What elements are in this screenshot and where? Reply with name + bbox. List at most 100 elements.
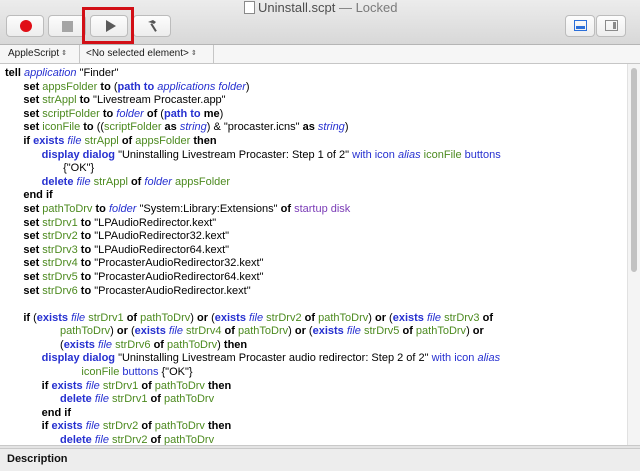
- code-token: pathToDrv: [154, 420, 205, 433]
- code-line: display dialog "Uninstalling Livestream …: [5, 352, 501, 366]
- code-token: "LPAudioRedirector.kext": [94, 216, 217, 229]
- language-popup[interactable]: AppleScript ⇕: [8, 48, 67, 60]
- code-token: strDrv4: [186, 325, 222, 338]
- code-token: or: [116, 325, 128, 338]
- code-token: exists: [134, 325, 166, 338]
- code-token: exists: [392, 311, 424, 324]
- code-token: set: [5, 121, 43, 134]
- code-token: scriptFolder: [104, 121, 162, 134]
- code-token: pathToDrv: [167, 338, 218, 351]
- code-token: set: [5, 107, 43, 120]
- code-token: of: [123, 311, 141, 324]
- code-token: pathToDrv: [163, 393, 215, 406]
- code-token: strDrv6: [115, 338, 151, 351]
- script-editor[interactable]: tell application "Finder" set appsFolder…: [0, 64, 627, 445]
- chevron-updown-icon: ⇕: [61, 50, 68, 57]
- code-token: strDrv1: [88, 311, 124, 324]
- code-token: delete: [5, 393, 92, 406]
- nav-divider: [213, 45, 214, 63]
- code-token: strDrv5: [42, 270, 78, 283]
- code-line: if exists file strDrv2 of pathToDrv then: [5, 420, 501, 434]
- code-token: folder: [144, 175, 172, 188]
- code-line: delete file strAppl of folder appsFolder: [5, 176, 501, 190]
- sidebar-view-button[interactable]: [596, 15, 626, 37]
- code-token: set: [5, 94, 43, 107]
- code-token: "Finder": [76, 67, 119, 79]
- code-token: "ProcasterAudioRedirector64.kext": [94, 270, 264, 283]
- code-token: then: [190, 134, 217, 147]
- code-token: iconFile: [423, 148, 462, 161]
- code-token: (: [305, 325, 313, 338]
- code-token: of: [138, 379, 155, 392]
- code-token: "LPAudioRedirector64.kext": [94, 243, 230, 256]
- code-token: file: [346, 325, 361, 338]
- code-token: of: [221, 325, 238, 338]
- editor-scrollbar[interactable]: [627, 64, 640, 445]
- code-token: set: [5, 243, 43, 256]
- code-line: tell application "Finder": [5, 67, 501, 81]
- code-token: alias: [477, 352, 501, 365]
- code-token: ): [110, 325, 117, 338]
- code-token: scriptFolder: [42, 107, 100, 120]
- code-token: exists: [63, 338, 95, 351]
- code-token: pathToDrv: [237, 325, 289, 338]
- code-token: display dialog: [5, 148, 116, 161]
- code-line: {"OK"}: [5, 162, 501, 176]
- code-token: as: [161, 121, 180, 134]
- code-token: me: [200, 107, 220, 120]
- code-token: or: [374, 311, 386, 324]
- record-button[interactable]: [6, 15, 44, 37]
- code-token: (: [385, 311, 393, 324]
- code-token: to: [99, 107, 117, 120]
- code-token: strDrv2: [112, 434, 148, 445]
- code-token: to: [92, 202, 109, 215]
- code-token: or: [472, 325, 484, 338]
- code-token: file: [85, 420, 100, 433]
- code-token: if: [5, 311, 34, 324]
- code-token: of: [118, 134, 136, 147]
- element-popup[interactable]: <No selected element> ⇕: [86, 48, 197, 60]
- code-line: iconFile buttons {"OK"}: [5, 366, 501, 380]
- code-token: (: [208, 311, 215, 324]
- compile-button[interactable]: [133, 15, 171, 37]
- code-token: set: [5, 80, 43, 93]
- code-line: (exists file strDrv6 of pathToDrv) then: [5, 339, 501, 353]
- code-token: strAppl: [42, 94, 77, 107]
- code-token: path to: [117, 80, 155, 93]
- split-view-icon: [574, 20, 587, 31]
- code-token: of: [150, 338, 168, 351]
- code-token: set: [5, 230, 43, 243]
- code-token: startup disk: [294, 202, 351, 215]
- code-token: appsFolder: [175, 175, 231, 188]
- split-view-button[interactable]: [565, 15, 595, 37]
- code-token: of: [138, 420, 155, 433]
- code-token: exists: [51, 420, 83, 433]
- code-token: strDrv5: [363, 325, 400, 338]
- code-token: set: [5, 216, 43, 229]
- title-bar: Uninstall.scpt — Locked: [0, 0, 640, 45]
- code-token: buttons: [119, 366, 159, 379]
- code-token: of: [399, 325, 416, 338]
- code-line: delete file strDrv2 of pathToDrv: [5, 434, 501, 445]
- description-tab[interactable]: Description: [7, 453, 68, 465]
- code-token: appsFolder: [135, 134, 191, 147]
- code-token: strAppl: [84, 134, 119, 147]
- code-token: file: [67, 134, 82, 147]
- code-line: end if: [5, 189, 501, 203]
- code-token: or: [197, 311, 209, 324]
- code-token: set: [5, 270, 43, 283]
- record-icon: [20, 20, 32, 32]
- stop-button[interactable]: [48, 15, 86, 37]
- code-token: (: [5, 338, 64, 351]
- code-token: if: [5, 379, 52, 392]
- code-token: strAppl: [93, 175, 128, 188]
- navigation-bar: AppleScript ⇕ <No selected element> ⇕: [0, 45, 640, 64]
- code-token: exists: [312, 325, 344, 338]
- code-token: string: [317, 121, 345, 134]
- document-icon: [244, 1, 255, 14]
- code-token: of: [147, 434, 164, 445]
- code-token: file: [76, 175, 91, 188]
- code-token: "Uninstalling Livestream Procaster audio…: [115, 352, 432, 365]
- scrollbar-thumb[interactable]: [631, 68, 637, 272]
- code-token: of: [147, 393, 164, 406]
